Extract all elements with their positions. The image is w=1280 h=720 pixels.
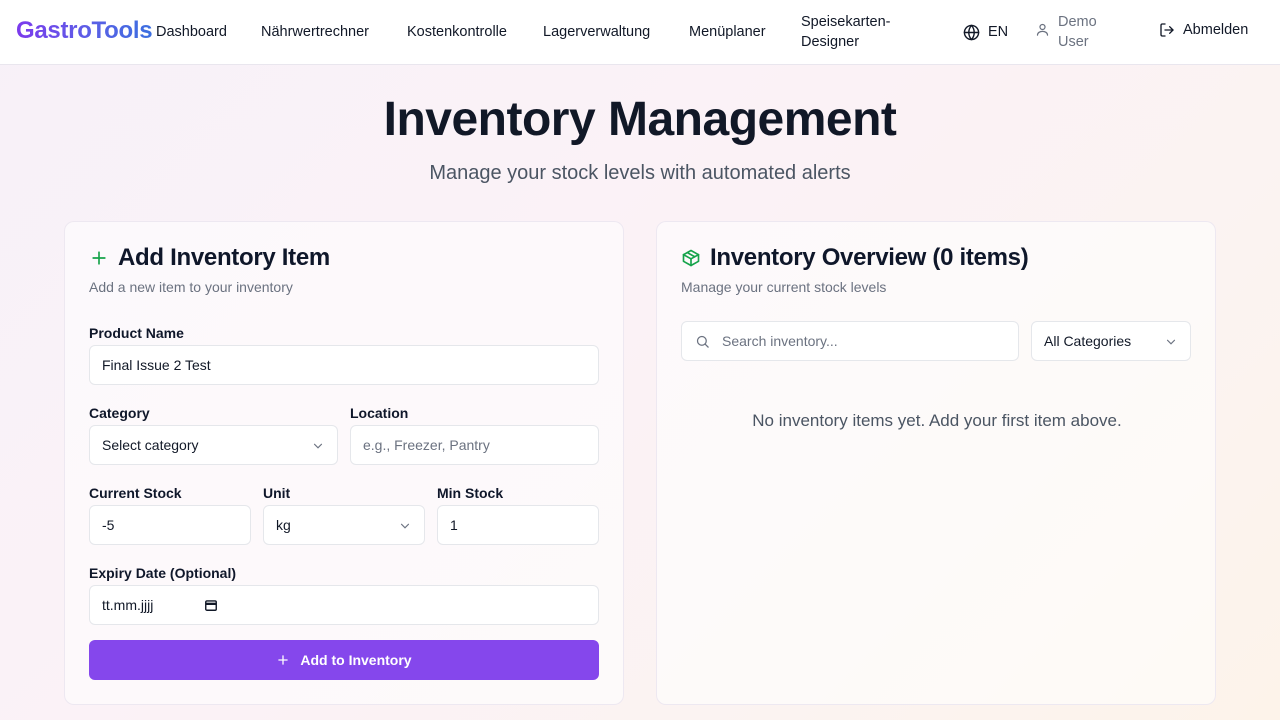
location-input[interactable]: e.g., Freezer, Pantry <box>350 425 599 465</box>
search-input[interactable]: Search inventory... <box>681 321 1019 361</box>
inventory-overview-card: Inventory Overview (0 items) Manage your… <box>656 221 1216 705</box>
user-name-line2: User <box>1058 34 1089 50</box>
nav-menueplaner[interactable]: Menüplaner <box>689 22 766 42</box>
current-stock-value: -5 <box>102 517 115 533</box>
expiry-date-placeholder: tt.mm.jjjj <box>102 597 154 613</box>
plus-icon <box>92 251 106 265</box>
nav-naehrwertrechner[interactable]: Nährwertrechner <box>261 22 369 42</box>
globe-icon <box>963 24 980 40</box>
inventory-overview-title: Inventory Overview (0 items) <box>710 244 1029 271</box>
package-icon <box>682 249 700 267</box>
nav-speisekarten-designer[interactable]: Speisekarten- Designer <box>801 12 890 52</box>
top-navigation-bar: GastroTools Dashboard Nährwertrechner Ko… <box>0 0 1280 65</box>
unit-label: Unit <box>263 485 291 501</box>
inventory-overview-description: Manage your current stock levels <box>681 279 887 295</box>
nav-speisekarten-line2: Designer <box>801 34 860 50</box>
user-name: Demo User <box>1058 12 1097 52</box>
language-label: EN <box>988 24 1009 40</box>
min-stock-input[interactable]: 1 <box>437 505 599 545</box>
unit-select[interactable]: kg <box>263 505 425 545</box>
logout-label: Abmelden <box>1183 22 1249 38</box>
user-menu[interactable]: Demo User <box>1035 12 1097 52</box>
current-stock-label: Current Stock <box>89 485 182 501</box>
expiry-date-label: Expiry Date (Optional) <box>89 565 237 581</box>
add-inventory-description: Add a new item to your inventory <box>89 279 293 295</box>
category-value: Select category <box>102 437 199 453</box>
plus-icon <box>278 655 289 665</box>
add-to-inventory-button[interactable]: Add to Inventory <box>89 640 599 680</box>
add-to-inventory-label: Add to Inventory <box>300 652 412 668</box>
add-inventory-title: Add Inventory Item <box>118 244 330 271</box>
location-label: Location <box>350 405 409 421</box>
current-stock-input[interactable]: -5 <box>89 505 251 545</box>
expiry-date-input[interactable]: tt.mm.jjjj <box>89 585 599 625</box>
product-name-input[interactable]: Final Issue 2 Test <box>89 345 599 385</box>
page-title: Inventory Management <box>383 93 897 146</box>
inventory-overview-heading: Inventory Overview (0 items) <box>681 244 1029 272</box>
location-placeholder: e.g., Freezer, Pantry <box>363 437 490 453</box>
category-select[interactable]: Select category <box>89 425 338 465</box>
chevron-down-icon <box>400 523 410 529</box>
empty-state-message: No inventory items yet. Add your first i… <box>752 411 1122 430</box>
category-filter-select[interactable]: All Categories <box>1031 321 1191 361</box>
min-stock-value: 1 <box>450 517 458 533</box>
nav-dashboard[interactable]: Dashboard <box>156 22 227 42</box>
logout-icon <box>1160 23 1174 37</box>
search-placeholder: Search inventory... <box>722 333 838 349</box>
user-name-line1: Demo <box>1058 14 1097 30</box>
add-inventory-card: Add Inventory Item Add a new item to you… <box>64 221 624 705</box>
nav-speisekarten-line1: Speisekarten- <box>801 14 891 30</box>
category-filter-value: All Categories <box>1044 333 1132 349</box>
min-stock-label: Min Stock <box>437 485 504 501</box>
product-name-value: Final Issue 2 Test <box>102 357 211 373</box>
chevron-down-icon <box>1166 339 1176 345</box>
search-icon <box>696 335 709 348</box>
unit-value: kg <box>276 517 291 533</box>
brand-logo[interactable]: GastroTools <box>16 17 153 45</box>
calendar-icon[interactable] <box>204 598 218 612</box>
product-name-label: Product Name <box>89 325 184 341</box>
nav-kostenkontrolle[interactable]: Kostenkontrolle <box>407 22 507 42</box>
add-inventory-heading: Add Inventory Item <box>89 244 330 272</box>
language-switcher[interactable]: EN <box>963 22 1008 42</box>
page-subtitle: Manage your stock levels with automated … <box>429 162 851 184</box>
user-icon <box>1036 23 1049 36</box>
logout-button[interactable]: Abmelden <box>1159 22 1248 38</box>
nav-lagerverwaltung[interactable]: Lagerverwaltung <box>543 22 650 42</box>
category-label: Category <box>89 405 150 421</box>
chevron-down-icon <box>313 443 323 449</box>
